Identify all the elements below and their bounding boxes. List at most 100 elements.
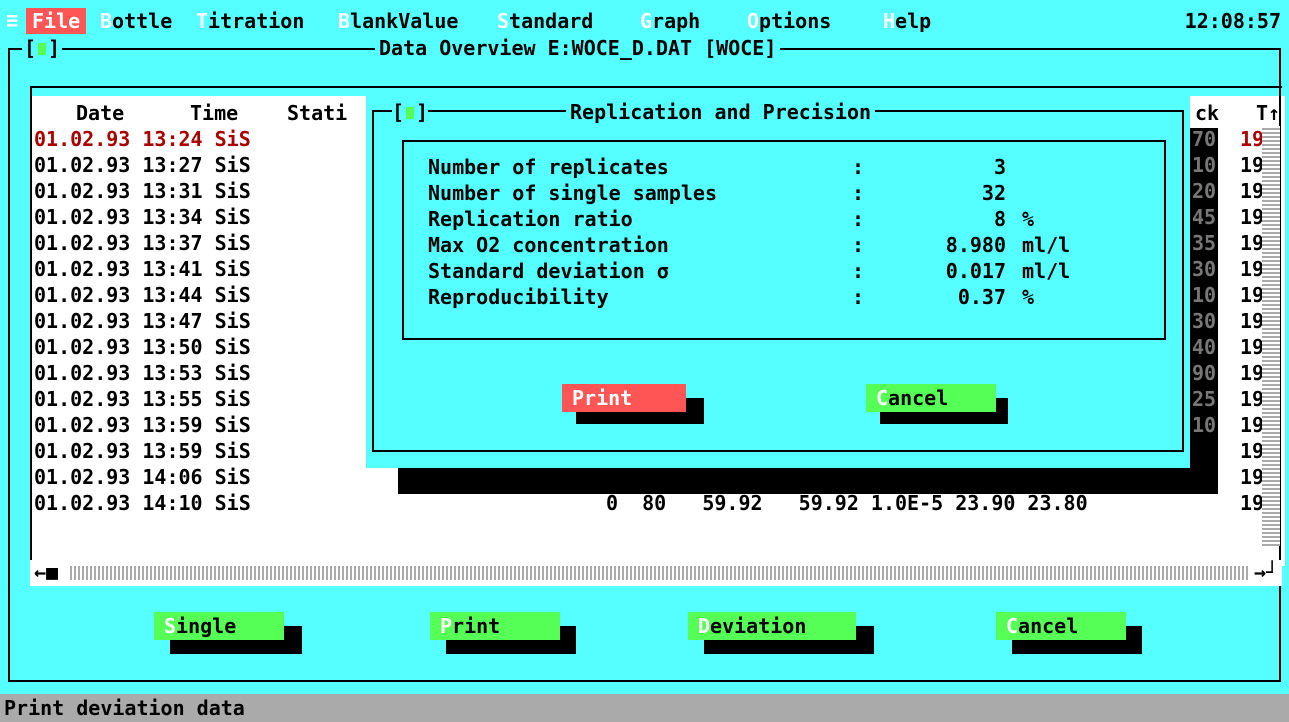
- scroll-right-arrow-icon[interactable]: →┘: [1254, 560, 1278, 584]
- status-text: Print deviation data: [4, 696, 245, 720]
- row-ck-value: 10: [1192, 283, 1217, 307]
- menu-help[interactable]: Help: [883, 8, 931, 34]
- stat-unit: ml/l: [1022, 259, 1071, 283]
- stat-label: Replication ratio: [428, 207, 633, 231]
- hotkey: D: [698, 614, 711, 638]
- table-row[interactable]: 01.02.93 13:44 SiS: [34, 282, 251, 308]
- row-ck-value: 20: [1192, 179, 1217, 203]
- menu-blankvalue[interactable]: BlankValue: [338, 8, 458, 34]
- table-row[interactable]: 01.02.93 13:47 SiS: [34, 308, 251, 334]
- row-ck-value: 40: [1192, 335, 1217, 359]
- dialog-print-button[interactable]: Print: [562, 384, 686, 412]
- table-row[interactable]: 01.02.93 13:59 SiS: [34, 412, 251, 438]
- stat-unit: %: [1022, 207, 1035, 231]
- window-close-button[interactable]: []: [22, 36, 63, 60]
- menu-label: ptions: [759, 9, 832, 33]
- stat-colon: :: [852, 181, 865, 205]
- selected-row-highlight: [398, 466, 1218, 494]
- table-row[interactable]: 01.02.93 14:06 SiS: [34, 464, 251, 490]
- row-t-value: 19: [1240, 153, 1265, 177]
- menu-bottle[interactable]: Bottle: [100, 8, 172, 34]
- table-row[interactable]: 01.02.93 13:31 SiS: [34, 178, 251, 204]
- system-menu-icon[interactable]: ≡: [6, 8, 18, 32]
- table-row[interactable]: 01.02.93 13:50 SiS: [34, 334, 251, 360]
- menu-label: elp: [895, 9, 932, 33]
- table-row[interactable]: 01.02.93 13:27 SiS: [34, 152, 251, 178]
- table-row[interactable]: 01.02.93 13:59 SiS: [34, 438, 251, 464]
- row-t-value: 19: [1240, 231, 1265, 255]
- row-t-value: 19: [1240, 205, 1265, 229]
- table-row[interactable]: 01.02.93 13:53 SiS: [34, 360, 251, 386]
- menu-options[interactable]: Options: [747, 8, 831, 34]
- stat-label: Number of single samples: [428, 181, 717, 205]
- scroll-track[interactable]: [70, 566, 1250, 580]
- menu-standard[interactable]: Standard: [497, 8, 593, 34]
- label: ingle: [176, 614, 237, 638]
- inner-box-right: [1164, 140, 1166, 340]
- replication-dialog: [] Replication and Precision Number of r…: [366, 96, 1190, 468]
- row-ck-value: 10: [1192, 153, 1217, 177]
- hotkey: C: [1006, 614, 1019, 638]
- menu-label: tandard: [509, 9, 594, 33]
- table-row[interactable]: 01.02.93 13:41 SiS: [34, 256, 251, 282]
- cancel-button[interactable]: Cancel: [996, 612, 1126, 640]
- row-t-value: 19: [1240, 283, 1265, 307]
- table-row[interactable]: 01.02.93 14:10 SiS: [34, 490, 251, 516]
- inner-box-bottom: [402, 338, 1166, 340]
- stat-value: 8.980: [945, 233, 1006, 257]
- menu-label: raph: [652, 9, 701, 33]
- table-row[interactable]: 01.02.93 13:34 SiS: [34, 204, 251, 230]
- header-station[interactable]: Stati: [287, 100, 347, 126]
- table-row[interactable]: 01.02.93 13:24 SiS: [34, 126, 251, 152]
- menu-file[interactable]: File: [26, 8, 87, 34]
- stat-value: 8: [993, 207, 1006, 231]
- inner-box-left: [402, 140, 404, 340]
- vertical-scrollbar[interactable]: [1262, 126, 1280, 546]
- row-t-value: 19: [1240, 439, 1265, 463]
- menu-label: ottle: [112, 9, 173, 33]
- window-title: Data Overview E:WOCE_D.DAT [WOCE]: [375, 36, 781, 60]
- row-ck-value: 70: [1192, 127, 1217, 151]
- menu-hotkey: H: [883, 9, 896, 33]
- stat-label: Standard deviation σ: [428, 259, 669, 283]
- stat-value: 3: [993, 155, 1006, 179]
- stat-value: 32: [981, 181, 1006, 205]
- menu-label: itration: [208, 9, 305, 33]
- label: rint: [452, 614, 501, 638]
- dialog-cancel-button[interactable]: Cancel: [866, 384, 996, 412]
- table-row[interactable]: 01.02.93 13:37 SiS: [34, 230, 251, 256]
- scroll-left-arrow-icon[interactable]: ←■: [34, 560, 58, 584]
- menu-hotkey: T: [196, 9, 209, 33]
- row-t-value: 19: [1240, 309, 1265, 333]
- header-ck[interactable]: ck: [1195, 100, 1219, 126]
- hotkey: S: [164, 614, 177, 638]
- single-button[interactable]: Single: [154, 612, 284, 640]
- stat-unit: ml/l: [1022, 233, 1071, 257]
- menu-graph[interactable]: Graph: [640, 8, 700, 34]
- header-time[interactable]: Time: [190, 100, 238, 126]
- stat-colon: :: [852, 155, 865, 179]
- print-button[interactable]: Print: [430, 612, 560, 640]
- stat-label: Number of replicates: [428, 155, 669, 179]
- stat-colon: :: [852, 233, 865, 257]
- dialog-border-right: [1182, 110, 1184, 452]
- dialog-close-button[interactable]: []: [392, 100, 429, 124]
- header-date[interactable]: Date: [76, 100, 124, 126]
- header-t[interactable]: T↑: [1256, 100, 1280, 126]
- deviation-button[interactable]: Deviation: [688, 612, 856, 640]
- stat-colon: :: [852, 207, 865, 231]
- table-row[interactable]: 01.02.93 13:55 SiS: [34, 386, 251, 412]
- row-t-value: 19: [1240, 127, 1265, 151]
- row-t-value: 19: [1240, 361, 1265, 385]
- stat-label: Reproducibility: [428, 285, 609, 309]
- table-border-left: [30, 86, 32, 586]
- dialog-border-bottom: [372, 450, 1184, 452]
- row-ck-value: 10: [1192, 413, 1217, 437]
- row-ck-value: 30: [1192, 257, 1217, 281]
- horizontal-scrollbar[interactable]: ←■ →┘: [30, 560, 1282, 586]
- menu-bar: ≡ File Bottle Titration BlankValue Stand…: [0, 0, 1289, 40]
- stat-unit: %: [1022, 285, 1035, 309]
- row-ck-value: 30: [1192, 309, 1217, 333]
- row-t-value: 19: [1240, 179, 1265, 203]
- menu-titration[interactable]: Titration: [196, 8, 304, 34]
